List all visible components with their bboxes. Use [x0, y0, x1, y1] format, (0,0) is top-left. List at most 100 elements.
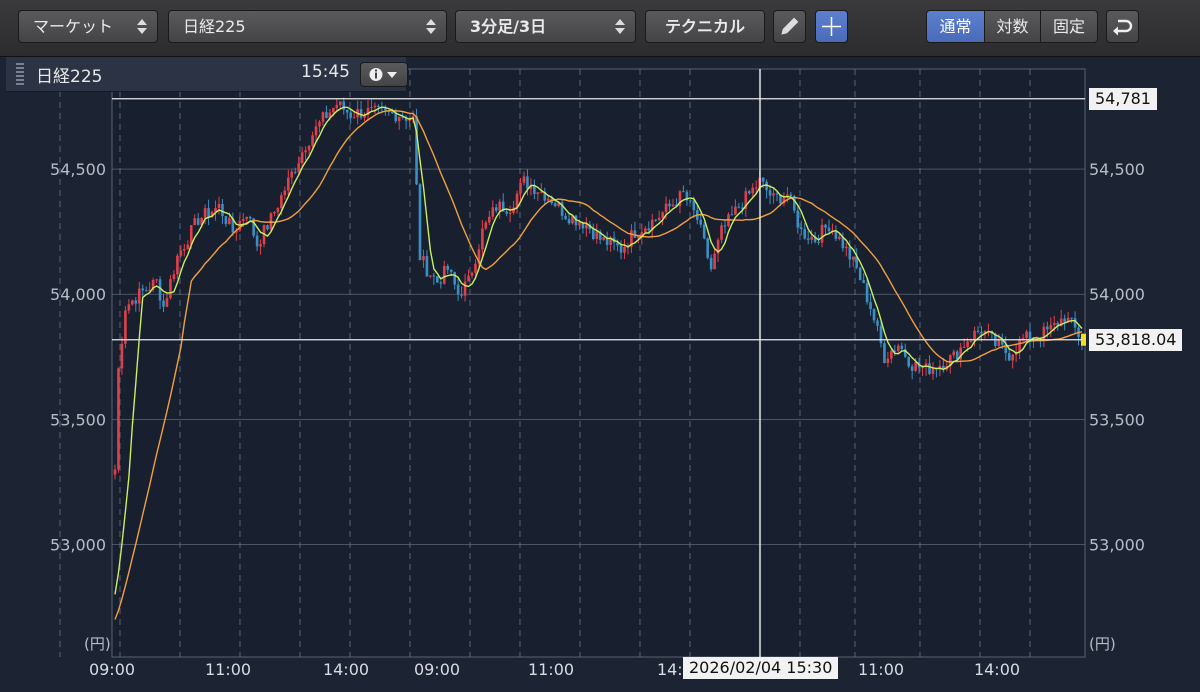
- candle-body: [862, 280, 865, 283]
- candle-body: [730, 214, 734, 216]
- candle-body: [335, 104, 339, 108]
- candle-body: [349, 112, 352, 118]
- candle-body: [1049, 324, 1053, 330]
- candle-body: [931, 368, 935, 374]
- candle-body: [526, 176, 529, 189]
- info-time: 15:45: [301, 62, 350, 82]
- candle-body: [897, 345, 900, 352]
- toolbar: マーケット 日経225 3分足/3日 テクニカル 通常 対数 固定: [0, 0, 1200, 57]
- crosshair-time-tag: 2026/02/04 15:30: [683, 657, 839, 679]
- candle-body: [120, 343, 124, 369]
- candle-body: [377, 105, 380, 107]
- candle-body: [508, 212, 512, 214]
- info-menu-button[interactable]: [360, 62, 408, 87]
- candle-body: [359, 109, 363, 118]
- scale-normal-button[interactable]: 通常: [926, 10, 985, 43]
- candle-body: [761, 177, 765, 182]
- candle-body: [449, 269, 453, 272]
- last-price-tag: 53,818.04: [1089, 328, 1183, 351]
- candle-body: [654, 219, 657, 221]
- candle-body: [241, 219, 245, 221]
- candle-body: [179, 250, 183, 256]
- candle-body: [737, 206, 741, 208]
- candle-body: [962, 346, 966, 348]
- candle-body: [907, 356, 911, 367]
- candle-body: [131, 300, 134, 305]
- candle-body: [643, 228, 647, 233]
- candle-body: [1070, 317, 1073, 319]
- candle-body: [304, 150, 307, 153]
- scale-fixed-button[interactable]: 固定: [1040, 10, 1098, 43]
- candle-body: [127, 304, 131, 311]
- candle-body: [810, 236, 813, 240]
- candle-body: [723, 225, 727, 227]
- price-chart[interactable]: 53,000 53,500 54,000 54,500 53,000 53,500 54,…: [0, 57, 1200, 692]
- candle-body: [144, 290, 148, 292]
- candle-body: [397, 116, 401, 122]
- draw-tool-button[interactable]: [773, 10, 806, 43]
- candle-body: [720, 225, 723, 240]
- candle-body: [751, 187, 755, 194]
- candle-body: [276, 208, 280, 213]
- candle-body: [442, 265, 446, 284]
- y-tick-label: 54,500: [1089, 160, 1145, 179]
- candle-body: [321, 112, 325, 122]
- interval-select[interactable]: 3分足/3日: [455, 10, 636, 43]
- candle-body: [345, 109, 349, 113]
- candle-body: [422, 256, 425, 261]
- candle-body: [390, 111, 394, 114]
- candle-body: [689, 200, 692, 202]
- candle-body: [418, 184, 422, 261]
- y-tick-label: 53,500: [1089, 410, 1145, 429]
- chevron-updown-icon: [615, 18, 625, 36]
- candle-body: [1007, 353, 1011, 361]
- candle-body: [734, 206, 737, 215]
- candle-body: [217, 204, 221, 208]
- candle-body: [869, 302, 872, 310]
- crosshair-icon: [822, 17, 841, 36]
- candle-body: [162, 300, 165, 307]
- candle-body: [592, 229, 595, 240]
- technical-button[interactable]: テクニカル: [645, 10, 765, 43]
- crosshair-tool-button[interactable]: [815, 10, 848, 43]
- candle-body: [682, 191, 685, 193]
- candle-body: [494, 207, 498, 211]
- candle-body: [456, 284, 460, 295]
- x-tick-label: 09:00: [414, 660, 460, 679]
- index-select[interactable]: 日経225: [168, 10, 447, 43]
- candle-body: [300, 152, 304, 164]
- candle-body: [858, 267, 862, 281]
- candle-body: [546, 198, 550, 201]
- candle-body: [221, 204, 224, 217]
- candle-body: [754, 187, 758, 189]
- candle-body: [997, 340, 1001, 347]
- candle-body: [910, 366, 914, 371]
- candle-body: [966, 341, 969, 347]
- candle-body: [273, 212, 276, 214]
- candle-body: [865, 282, 869, 303]
- candle-body: [373, 105, 377, 107]
- candle-body: [702, 224, 706, 239]
- market-select[interactable]: マーケット: [18, 10, 158, 43]
- candle-body: [969, 340, 973, 342]
- candle-body: [248, 216, 252, 219]
- candle-body: [796, 210, 800, 228]
- candle-body: [186, 244, 190, 250]
- candle-body: [879, 325, 883, 344]
- candle-body: [522, 176, 526, 183]
- candle-body: [838, 236, 841, 239]
- candle-body: [824, 224, 827, 228]
- undo-button[interactable]: [1106, 10, 1139, 43]
- candle-body: [775, 193, 779, 195]
- candle-body: [467, 275, 470, 282]
- technical-button-label: テクニカル: [664, 17, 745, 36]
- drag-handle-icon[interactable]: [16, 63, 24, 85]
- return-arrow-icon: [1113, 19, 1133, 36]
- index-select-label: 日経225: [183, 17, 246, 36]
- candle-body: [553, 203, 557, 206]
- candle-body: [803, 228, 807, 239]
- scale-log-label: 対数: [996, 17, 1029, 36]
- scale-log-button[interactable]: 対数: [984, 10, 1041, 43]
- candle-body: [165, 298, 169, 307]
- info-dropdown-icon: [369, 68, 397, 81]
